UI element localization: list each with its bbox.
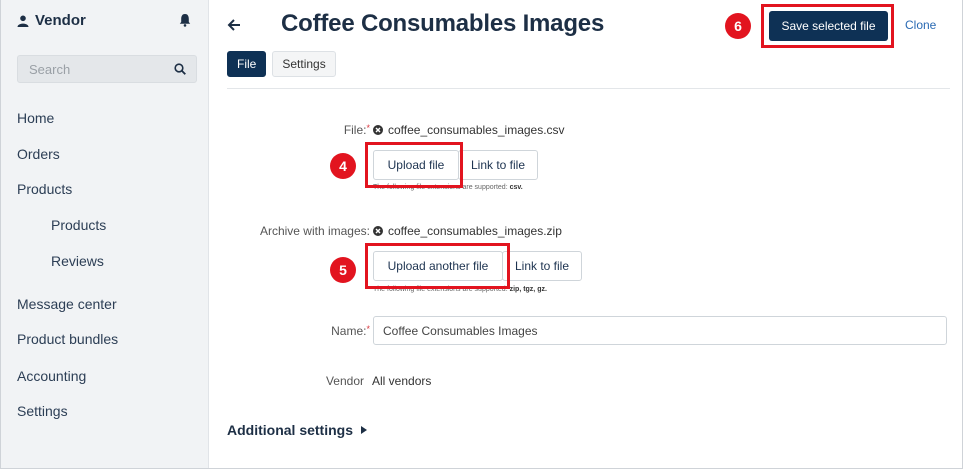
- link-to-file-button[interactable]: Link to file: [458, 150, 538, 180]
- divider: [227, 88, 950, 89]
- clone-link[interactable]: Clone: [905, 18, 936, 32]
- sidebar-subitem-products[interactable]: Products: [51, 217, 106, 233]
- highlight-upload-file: [365, 142, 463, 188]
- sidebar-item-orders[interactable]: Orders: [17, 146, 60, 162]
- name-label: Name:*: [270, 324, 370, 338]
- step-marker-6: 6: [725, 13, 751, 39]
- search-input[interactable]: [18, 56, 158, 82]
- page-title: Coffee Consumables Images: [281, 10, 605, 37]
- step-marker-5: 5: [330, 257, 356, 283]
- sidebar-subitem-reviews[interactable]: Reviews: [51, 253, 104, 269]
- vendor-menu[interactable]: Vendor: [17, 12, 86, 29]
- search-box: [17, 55, 197, 83]
- tab-bar: File Settings: [227, 51, 336, 77]
- hint-extensions: csv.: [509, 184, 523, 191]
- required-mark: *: [366, 324, 370, 334]
- vendor-value: All vendors: [372, 374, 432, 388]
- file-label-text: File:: [343, 123, 367, 137]
- highlight-save-button: [761, 4, 894, 48]
- app-frame: Vendor Home Orders Products Products Rev…: [0, 0, 963, 469]
- sidebar: Vendor Home Orders Products Products Rev…: [1, 0, 209, 468]
- brand-label: Vendor: [35, 12, 86, 29]
- sidebar-item-accounting[interactable]: Accounting: [17, 368, 86, 384]
- remove-file-icon[interactable]: [373, 125, 383, 135]
- caret-right-icon: [361, 426, 367, 434]
- search-icon[interactable]: [174, 63, 186, 75]
- main-content: Coffee Consumables Images Save selected …: [210, 0, 962, 468]
- name-label-text: Name:: [331, 324, 367, 338]
- user-icon: [17, 15, 29, 27]
- sidebar-item-message-center[interactable]: Message center: [17, 296, 117, 312]
- archive-value: coffee_consumables_images.zip: [373, 224, 562, 238]
- sidebar-item-products[interactable]: Products: [17, 181, 72, 197]
- sidebar-item-product-bundles[interactable]: Product bundles: [17, 331, 118, 347]
- highlight-upload-another-file: [365, 243, 510, 289]
- additional-settings-toggle[interactable]: Additional settings: [227, 422, 367, 438]
- remove-archive-icon[interactable]: [373, 226, 383, 236]
- bell-icon[interactable]: [179, 13, 191, 27]
- archive-link-to-file-button[interactable]: Link to file: [502, 251, 582, 281]
- hint-extensions: zip, tgz, gz.: [509, 286, 547, 293]
- file-name: coffee_consumables_images.csv: [388, 123, 565, 137]
- name-input[interactable]: [373, 316, 947, 345]
- file-value: coffee_consumables_images.csv: [373, 123, 565, 137]
- additional-settings-label: Additional settings: [227, 422, 353, 438]
- tab-file[interactable]: File: [227, 51, 267, 77]
- step-marker-4: 4: [330, 153, 356, 179]
- sidebar-item-settings[interactable]: Settings: [17, 403, 68, 419]
- required-mark: *: [366, 123, 370, 133]
- sidebar-item-home[interactable]: Home: [17, 110, 54, 126]
- archive-name: coffee_consumables_images.zip: [388, 224, 562, 238]
- vendor-label: Vendor: [325, 374, 364, 388]
- back-arrow-icon[interactable]: [227, 18, 241, 32]
- archive-label: Archive with images:: [259, 224, 370, 238]
- tab-settings[interactable]: Settings: [272, 51, 336, 77]
- file-label: File:*: [270, 123, 370, 137]
